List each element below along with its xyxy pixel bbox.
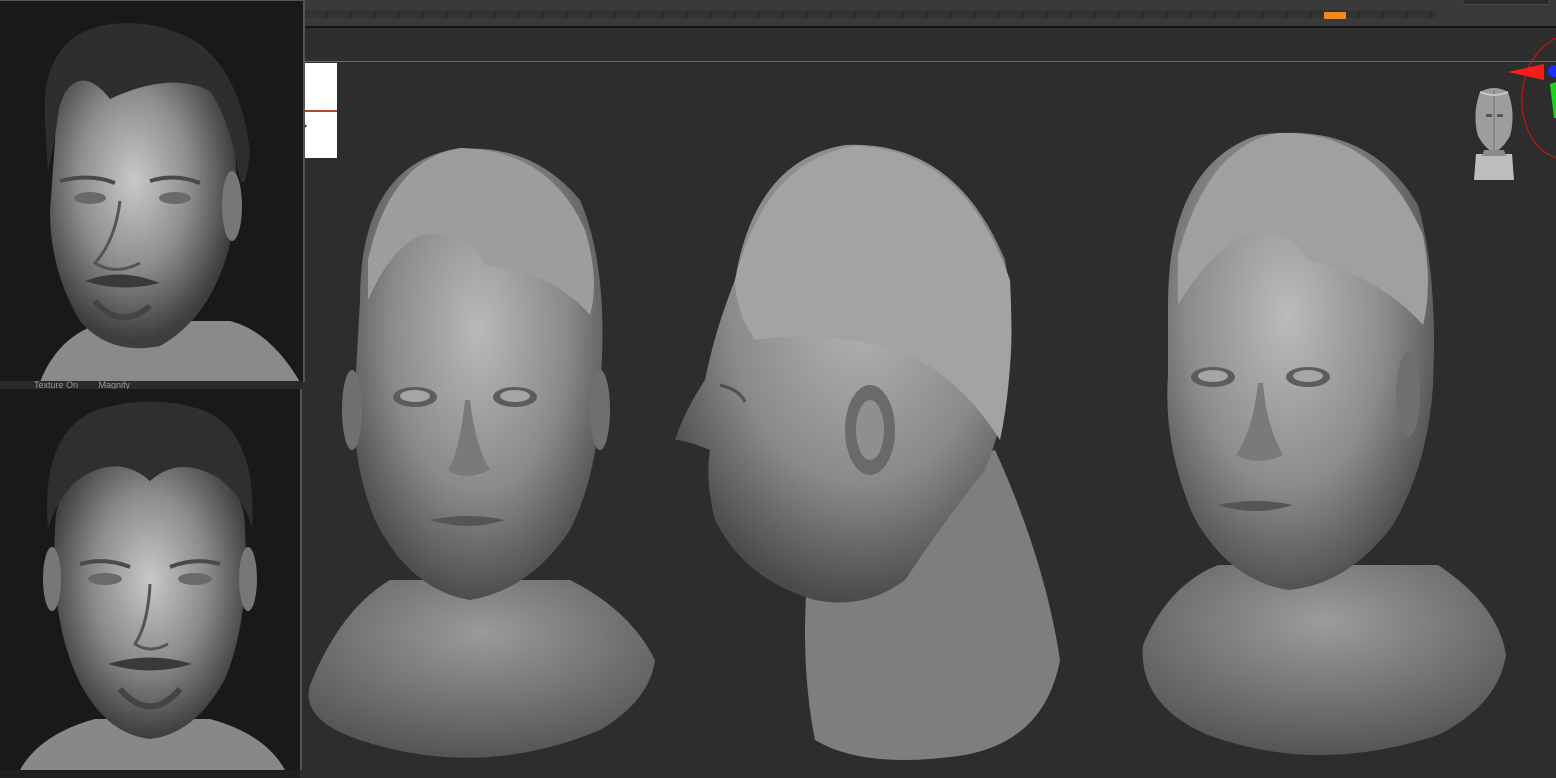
timeline-end-button[interactable] xyxy=(1462,0,1550,5)
head-model-front[interactable] xyxy=(300,140,660,775)
reference-portrait-front xyxy=(0,389,300,770)
reference-image-front xyxy=(0,389,302,770)
reference-image-three-quarter xyxy=(0,0,305,382)
timeline-ruler[interactable] xyxy=(300,0,1556,28)
bottom-thumbnail-strip xyxy=(0,770,300,778)
head-model-side[interactable] xyxy=(665,140,1065,770)
tab-divider xyxy=(304,110,337,112)
texture-on-label[interactable]: Texture On xyxy=(34,381,78,389)
reference-caption-bar: Texture On Magnify xyxy=(0,381,303,389)
magnify-label[interactable]: Magnify xyxy=(99,381,131,389)
side-panel-tab[interactable] xyxy=(301,63,337,158)
timeline-marker[interactable] xyxy=(1324,12,1346,19)
reference-portrait-three-quarter xyxy=(0,1,303,382)
transpose-gizmo-icon[interactable] xyxy=(1500,28,1556,168)
timeline-track[interactable] xyxy=(304,10,1436,18)
head-model-three-quarter[interactable] xyxy=(1138,125,1510,770)
shelf-bar xyxy=(300,28,1556,62)
